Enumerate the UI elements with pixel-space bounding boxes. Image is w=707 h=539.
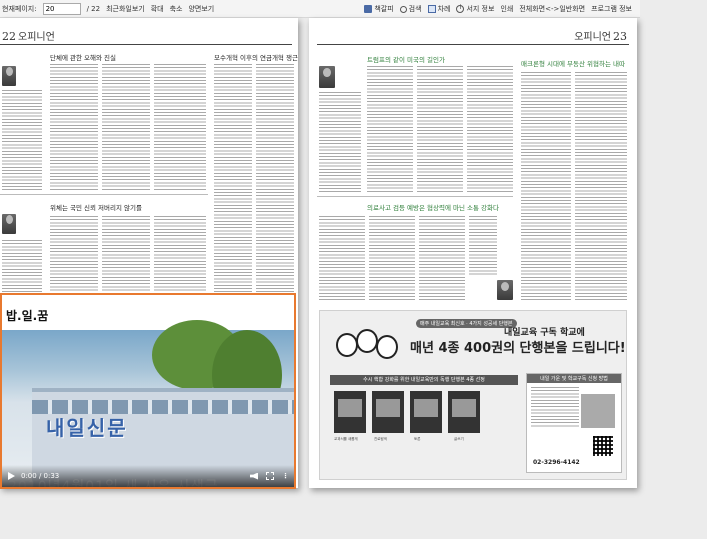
- fullscreen-toggle-button[interactable]: 전체화면<->일반화면: [519, 4, 585, 14]
- header-rule: [317, 44, 629, 45]
- left-headline-2: 모수개혁 이후의 연금개혁 쟁근법: [214, 54, 298, 62]
- search-button[interactable]: 검색: [399, 4, 422, 14]
- book-cover: [410, 391, 442, 433]
- ad-book-image: [581, 394, 615, 428]
- article-text: [367, 66, 413, 192]
- book-cover: [334, 391, 366, 433]
- header-rule: [0, 44, 292, 45]
- video-player[interactable]: 밥.일.꿈 내일신문 2010년4월01일 새 시유 사생금 0:00 / 0:…: [0, 293, 296, 489]
- volume-icon[interactable]: [250, 472, 258, 480]
- section-rule: [0, 194, 208, 195]
- recent-files-button[interactable]: 최근화일보기: [106, 4, 145, 14]
- bookmark-label: 책갈피: [374, 5, 394, 13]
- book-label: 진로탐색: [374, 437, 387, 441]
- article-text: [319, 92, 361, 192]
- newspaper-page-right[interactable]: 오피니언 23 트럼프의 같이 미국의 길인가 매크론형 시대에 부동산 위협하…: [309, 18, 637, 488]
- zoom-out-button[interactable]: 축소: [170, 4, 183, 14]
- current-page-input[interactable]: [42, 2, 81, 15]
- left-headline-3: 위체는 국민 신뢰 저버리지 않기를: [50, 204, 142, 212]
- program-info-button[interactable]: 프로그램 정보: [591, 4, 632, 14]
- left-headline-1: 단체에 관한 오해와 진실: [50, 54, 116, 62]
- current-page-label: 현재페이지:: [2, 4, 37, 13]
- viewer-toolbar: 현재페이지: / 22 최근화일보기 확대 축소 양면보기 책갈피 검색 차례 …: [0, 0, 640, 18]
- search-icon: [399, 5, 407, 13]
- viewer-window: 현재페이지: / 22 최근화일보기 확대 축소 양면보기 책갈피 검색 차례 …: [0, 0, 707, 539]
- search-label: 검색: [408, 5, 422, 13]
- advertisement[interactable]: 매주 내일교육 최신호 · 4가지 성공세 단행본 내일교육 구독 학교에 매년…: [319, 310, 627, 480]
- left-paper-name: 오피니언: [18, 32, 55, 43]
- section-rule: [317, 196, 513, 197]
- ad-books: [334, 391, 480, 433]
- article-text: [417, 66, 463, 192]
- article-text: [319, 216, 365, 300]
- article-text: [469, 216, 497, 276]
- book-label: 교과서를 새롭게: [334, 437, 358, 441]
- ad-tag: 매주 내일교육 최신호 · 4가지 성공세 단행본: [416, 319, 517, 328]
- play-icon[interactable]: [8, 472, 15, 480]
- ad-headline-2: 매년 4종 400권의 단행본을 드립니다!: [410, 341, 626, 356]
- ad-info-box: 내일 가운 및 학교구독 신청 방법 02-3296-4142: [526, 373, 622, 473]
- ad-subheader: 수시 핵합 강화를 위한 내일교육만의 독행 단행본 4종 선정: [330, 375, 518, 385]
- right-paper-name: 오피니언: [574, 32, 611, 43]
- qr-code: [593, 436, 613, 456]
- bib-info-button[interactable]: 서지 정보: [456, 4, 494, 14]
- video-title: 밥.일.꿈: [6, 309, 49, 323]
- ad-phone: 02-3296-4142: [533, 459, 580, 466]
- more-options-icon[interactable]: ⋮: [282, 472, 289, 480]
- book-cover: [372, 391, 404, 433]
- print-button[interactable]: 인쇄: [500, 4, 513, 14]
- fullscreen-icon[interactable]: [266, 472, 274, 480]
- right-page-number: 23: [613, 30, 627, 43]
- toc-label: 차례: [437, 5, 451, 13]
- bib-info-label: 서지 정보: [466, 5, 495, 13]
- article-text: [419, 216, 465, 300]
- author-photo: [319, 66, 335, 88]
- author-photo: [497, 280, 513, 300]
- book-cover: [448, 391, 480, 433]
- article-text: [2, 90, 42, 190]
- left-page-number: 22: [2, 30, 16, 43]
- video-controls: 0:00 / 0:33 ⋮: [2, 465, 294, 487]
- bookmark-button[interactable]: 책갈피: [364, 4, 394, 14]
- author-photo: [2, 66, 16, 86]
- author-photo: [2, 214, 16, 234]
- article-text: [256, 64, 294, 304]
- ad-info-text: [531, 387, 579, 427]
- book-label: 글쓰기: [454, 437, 464, 441]
- left-page-folio: 22 오피니언: [2, 28, 55, 43]
- article-text: [154, 64, 206, 190]
- right-headline-2: 매크론형 시대에 부동산 위협하는 내따: [521, 60, 625, 68]
- article-text: [214, 64, 252, 304]
- article-text: [50, 64, 98, 190]
- total-pages: / 22: [86, 4, 101, 13]
- ad-info-title: 내일 가운 및 학교구독 신청 방법: [527, 374, 621, 383]
- article-text: [575, 72, 627, 300]
- ad-illustration: [334, 323, 400, 369]
- right-page-folio: 오피니언 23: [574, 28, 627, 43]
- article-text: [102, 64, 150, 190]
- article-text: [521, 72, 571, 300]
- book-label: 토론: [414, 437, 421, 441]
- bookmark-icon: [364, 5, 373, 13]
- article-text: [369, 216, 415, 300]
- right-headline-1: 트럼프의 같이 미국의 길인가: [367, 56, 445, 64]
- two-page-view-button[interactable]: 양면보기: [188, 4, 214, 14]
- building-sign: 내일신문: [46, 416, 128, 440]
- toc-button[interactable]: 차례: [427, 4, 451, 14]
- info-icon: [456, 4, 465, 13]
- zoom-in-button[interactable]: 확대: [151, 4, 164, 14]
- right-headline-3: 의료사고 검등 예방은 협상력에 마닌 소통 강화다: [367, 204, 499, 212]
- video-title-bar: 밥.일.꿈: [2, 295, 294, 330]
- article-text: [467, 66, 513, 192]
- toc-icon: [427, 5, 436, 13]
- video-time: 0:00 / 0:33: [21, 472, 60, 480]
